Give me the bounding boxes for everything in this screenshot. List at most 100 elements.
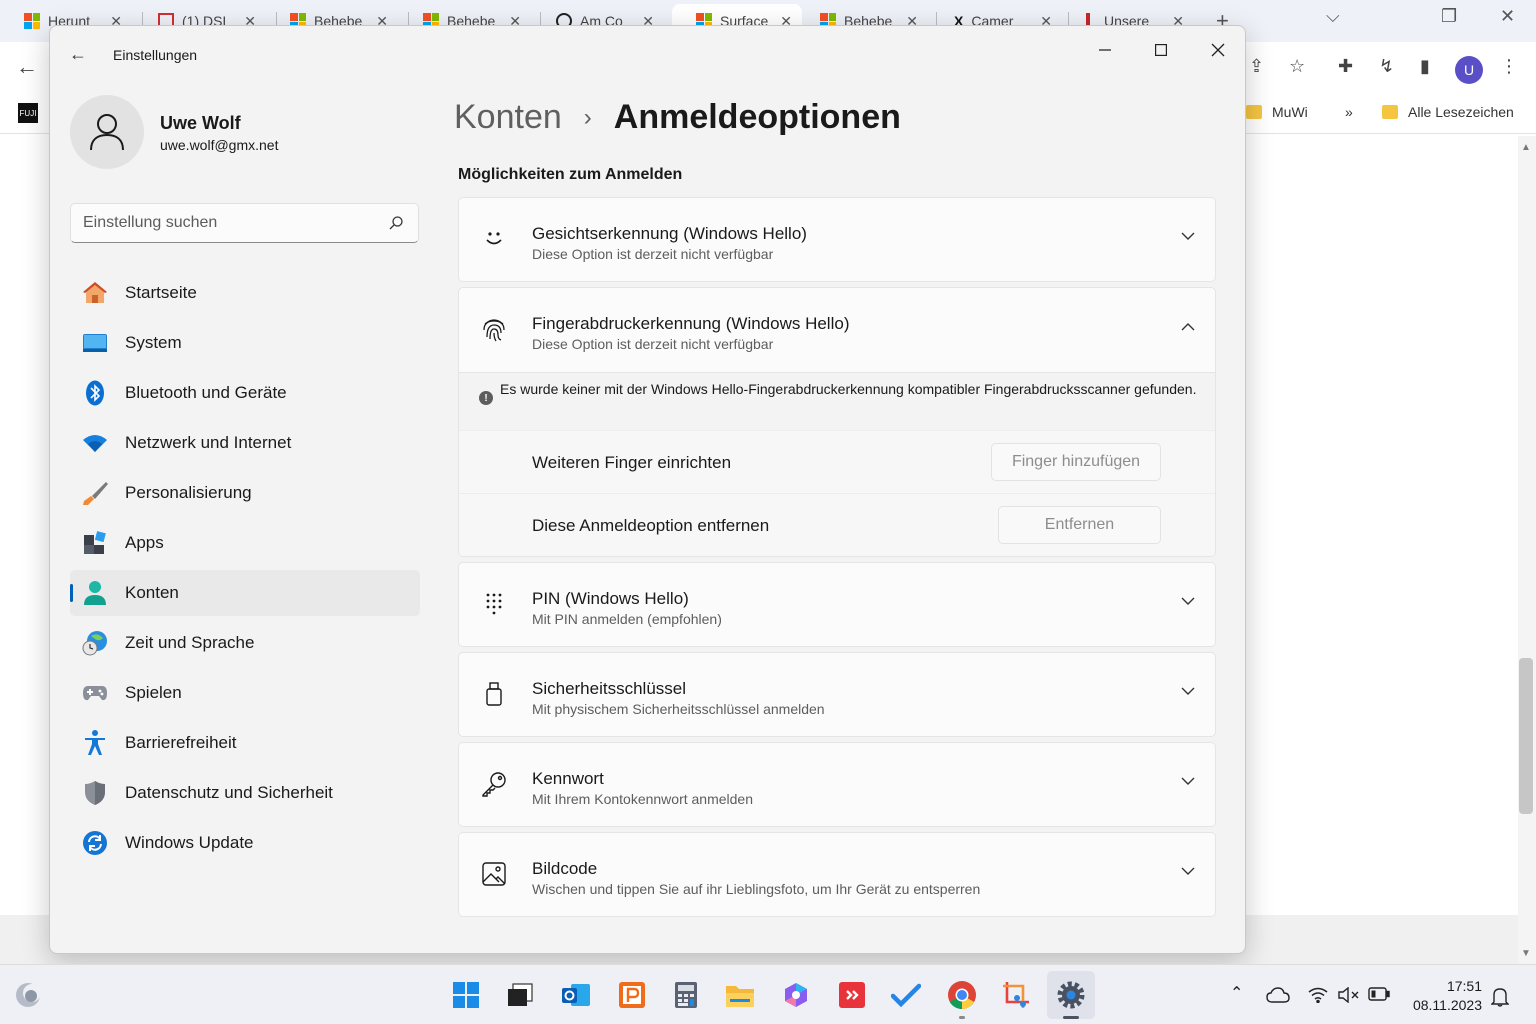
- share-icon[interactable]: ⇪: [1249, 56, 1264, 77]
- snipping-tool-icon[interactable]: [1000, 979, 1032, 1011]
- page-scrollbar[interactable]: [1518, 136, 1536, 964]
- calculator-icon[interactable]: [670, 979, 702, 1011]
- start-icon[interactable]: [450, 979, 482, 1011]
- add-finger-button[interactable]: Finger hinzufügen: [991, 443, 1161, 481]
- fuji-favicon[interactable]: FUJI: [18, 103, 38, 123]
- info-icon: !: [479, 391, 493, 405]
- row-label: Diese Anmeldeoption entfernen: [532, 516, 770, 535]
- nav-item-personalisierung[interactable]: Personalisierung: [70, 470, 420, 516]
- browser-restore-button[interactable]: ❐: [1441, 6, 1457, 27]
- option-security-key[interactable]: Sicherheitsschlüssel Mit physischem Sich…: [458, 652, 1216, 737]
- chevron-up-icon[interactable]: [1181, 322, 1195, 331]
- chevron-down-icon[interactable]: [1181, 597, 1195, 606]
- nav-item-startseite[interactable]: Startseite: [70, 270, 420, 316]
- option-title: Fingerabdruckerkennung (Windows Hello): [532, 314, 850, 333]
- brush-icon: [82, 480, 108, 506]
- task-view-icon[interactable]: [504, 979, 536, 1011]
- settings-back-icon[interactable]: ←: [69, 44, 87, 65]
- settings-search-box[interactable]: [70, 203, 419, 243]
- option-password[interactable]: Kennwort Mit Ihrem Kontokennwort anmelde…: [458, 742, 1216, 827]
- nav-item-barrierefreiheit[interactable]: Barrierefreiheit: [70, 720, 420, 766]
- accounts-icon: [82, 580, 108, 606]
- option-subtitle: Diese Option ist derzeit nicht verfügbar: [532, 246, 774, 262]
- volume-muted-icon[interactable]: [1338, 986, 1360, 1008]
- card-header[interactable]: Gesichtserkennung (Windows Hello) Diese …: [459, 198, 1215, 282]
- chevron-down-icon[interactable]: [1181, 232, 1195, 241]
- card-header[interactable]: PIN (Windows Hello) Mit PIN anmelden (em…: [459, 563, 1215, 647]
- nav-item-zeit-und-sprache[interactable]: Zeit und Sprache: [70, 620, 420, 666]
- settings-icon[interactable]: [1055, 979, 1087, 1011]
- scroll-down-icon[interactable]: ▼: [1521, 948, 1531, 959]
- nav-item-bluetooth[interactable]: Bluetooth und Geräte: [70, 370, 420, 416]
- option-subtitle: Mit physischem Sicherheitsschlüssel anme…: [532, 701, 825, 717]
- bookmark-star-icon[interactable]: ☆: [1289, 56, 1305, 77]
- clock-date: 08.11.2023: [1412, 997, 1482, 1013]
- remove-button[interactable]: Entfernen: [998, 506, 1161, 544]
- tray-overflow-chevron-icon[interactable]: ⌃: [1230, 983, 1243, 1003]
- nav-label: Netzwerk und Internet: [125, 433, 292, 452]
- performance-icon[interactable]: ↯: [1379, 56, 1394, 77]
- anydesk-icon[interactable]: [836, 979, 868, 1011]
- option-fingerprint[interactable]: Fingerabdruckerkennung (Windows Hello) D…: [458, 287, 1216, 557]
- wifi-icon[interactable]: [1308, 987, 1328, 1008]
- outlook-icon[interactable]: [560, 979, 592, 1011]
- nav-item-windows-update[interactable]: Windows Update: [70, 820, 420, 866]
- browser-close-button[interactable]: ✕: [1500, 6, 1515, 27]
- card-header[interactable]: Fingerabdruckerkennung (Windows Hello) D…: [459, 288, 1215, 372]
- profile-avatar[interactable]: U: [1455, 56, 1483, 84]
- search-input[interactable]: [83, 212, 373, 234]
- chevron-down-icon[interactable]: [1181, 867, 1195, 876]
- chevron-down-icon[interactable]: [1181, 777, 1195, 786]
- option-title: Bildcode: [532, 859, 598, 878]
- chrome-icon[interactable]: [946, 979, 978, 1011]
- nav-item-konten[interactable]: Konten: [70, 570, 420, 616]
- info-text: Es wurde keiner mit der Windows Hello-Fi…: [500, 381, 1197, 397]
- bookmark-overflow-button[interactable]: »: [1345, 104, 1353, 120]
- system-icon: [82, 330, 108, 356]
- bookmark-muwi[interactable]: MuWi: [1246, 104, 1308, 120]
- nav-item-netzwerk[interactable]: Netzwerk und Internet: [70, 420, 420, 466]
- folder-icon: [1246, 105, 1262, 119]
- windows-logo-icon: [24, 13, 40, 29]
- tab-search-icon[interactable]: ⌵: [1326, 6, 1340, 27]
- presentation-app-icon[interactable]: [616, 979, 648, 1011]
- apps-icon: [82, 530, 108, 556]
- card-header[interactable]: Kennwort Mit Ihrem Kontokennwort anmelde…: [459, 743, 1215, 827]
- nav-item-system[interactable]: System: [70, 320, 420, 366]
- scroll-up-icon[interactable]: ▲: [1521, 142, 1531, 153]
- card-header[interactable]: Bildcode Wischen und tippen Sie auf ihr …: [459, 833, 1215, 917]
- bookmark-label: Alle Lesezeichen: [1408, 104, 1514, 120]
- extensions-icon[interactable]: ✚: [1338, 56, 1353, 77]
- scrollbar-thumb[interactable]: [1519, 658, 1533, 814]
- search-icon[interactable]: [388, 215, 404, 231]
- notification-bell-icon[interactable]: [1490, 987, 1510, 1012]
- todo-icon[interactable]: [890, 979, 922, 1011]
- running-indicator: [959, 1016, 965, 1019]
- nav-label: Zeit und Sprache: [125, 633, 255, 652]
- breadcrumb-parent[interactable]: Konten: [454, 98, 562, 137]
- chevron-down-icon[interactable]: [1181, 687, 1195, 696]
- file-explorer-icon[interactable]: [724, 979, 756, 1011]
- active-indicator: [1063, 1016, 1079, 1019]
- onedrive-cloud-icon[interactable]: [1266, 987, 1290, 1008]
- setting-row-add-finger: Weiteren Finger einrichten Finger hinzuf…: [459, 430, 1215, 493]
- settings-window: ← Einstellungen Uwe Wolf uwe.wolf@gmx.ne…: [49, 25, 1246, 954]
- card-header[interactable]: Sicherheitsschlüssel Mit physischem Sich…: [459, 653, 1215, 737]
- nav-item-apps[interactable]: Apps: [70, 520, 420, 566]
- widgets-icon[interactable]: [12, 979, 44, 1011]
- side-panel-icon[interactable]: ▮: [1420, 56, 1430, 77]
- battery-icon[interactable]: [1368, 987, 1390, 1006]
- nav-label: Barrierefreiheit: [125, 733, 237, 752]
- taskbar-clock[interactable]: 17:51 08.11.2023: [1410, 977, 1482, 1015]
- copilot-icon[interactable]: [780, 979, 812, 1011]
- nav-item-datenschutz[interactable]: Datenschutz und Sicherheit: [70, 770, 420, 816]
- pin-keypad-icon: [481, 591, 507, 617]
- option-title: Sicherheitsschlüssel: [532, 679, 687, 698]
- option-face-recognition[interactable]: Gesichtserkennung (Windows Hello) Diese …: [458, 197, 1216, 282]
- option-pin[interactable]: PIN (Windows Hello) Mit PIN anmelden (em…: [458, 562, 1216, 647]
- browser-back-icon[interactable]: ←: [16, 54, 38, 80]
- option-picture-password[interactable]: Bildcode Wischen und tippen Sie auf ihr …: [458, 832, 1216, 917]
- bookmark-all[interactable]: Alle Lesezeichen: [1382, 104, 1514, 120]
- browser-menu-icon[interactable]: ⋮: [1500, 56, 1518, 77]
- nav-item-spielen[interactable]: Spielen: [70, 670, 420, 716]
